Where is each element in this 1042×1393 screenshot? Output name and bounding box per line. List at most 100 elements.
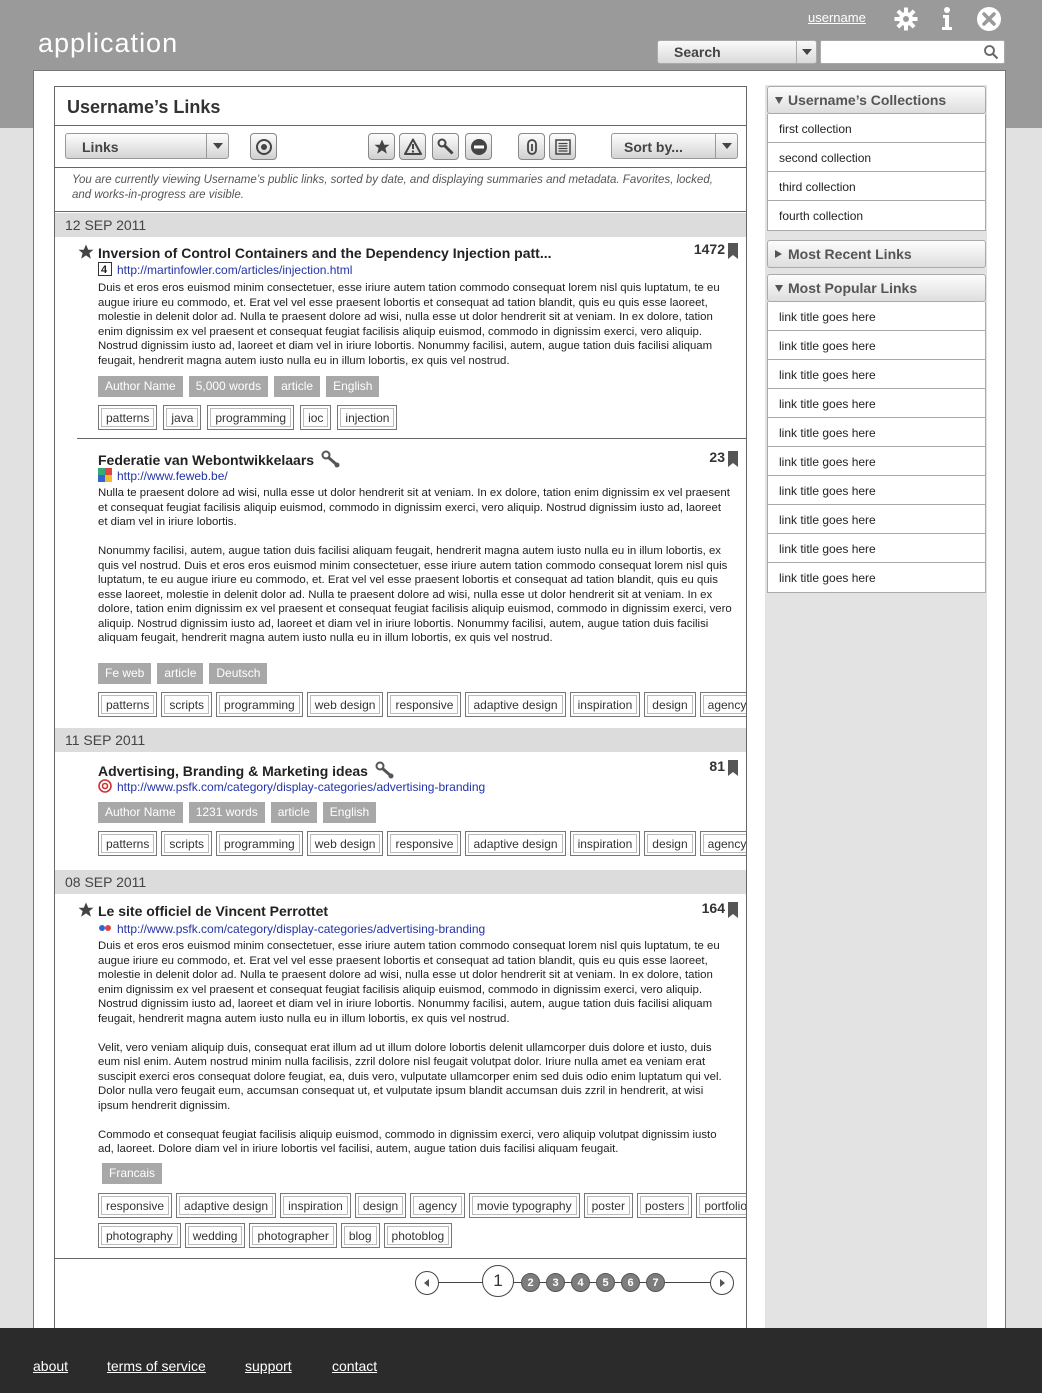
page-link[interactable]: 2 (521, 1273, 540, 1292)
meta-tag[interactable]: Fe web (98, 663, 152, 684)
link-title[interactable]: Advertising, Branding & Marketing ideas (98, 761, 395, 779)
close-icon[interactable] (976, 6, 1002, 32)
footer-link-terms[interactable]: terms of service (107, 1358, 206, 1374)
link-url[interactable]: http://www.feweb.be/ (117, 469, 228, 483)
next-page-button[interactable] (710, 1271, 734, 1295)
page-link[interactable]: 7 (646, 1273, 665, 1292)
warning-icon[interactable] (399, 133, 426, 160)
popular-link-item[interactable]: link title goes here (768, 331, 985, 360)
tag[interactable]: java (163, 405, 202, 430)
bookmark-icon[interactable] (728, 451, 738, 467)
bookmark-icon[interactable] (728, 902, 738, 918)
meta-tag[interactable]: article (270, 802, 317, 823)
tag[interactable]: wedding (184, 1223, 246, 1248)
tag[interactable]: design (644, 692, 696, 717)
wrench-icon[interactable] (432, 133, 459, 160)
popular-link-item[interactable]: link title goes here (768, 505, 985, 534)
popular-link-item[interactable]: link title goes here (768, 563, 985, 592)
star-icon[interactable] (77, 243, 95, 261)
collection-item[interactable]: fourth collection (768, 201, 985, 230)
meta-tag[interactable]: 1231 words (188, 802, 265, 823)
tag[interactable]: responsive (387, 692, 462, 717)
username-link[interactable]: username (808, 10, 866, 25)
tag[interactable]: movie typography (468, 1193, 580, 1218)
popular-link-item[interactable]: link title goes here (768, 389, 985, 418)
tag[interactable]: programming (216, 692, 303, 717)
tag[interactable]: adaptive design (465, 692, 566, 717)
tag[interactable]: design (644, 831, 696, 856)
recent-links-panel-toggle[interactable]: Most Recent Links (767, 240, 986, 268)
tag[interactable]: photography (98, 1223, 181, 1248)
eye-icon[interactable] (250, 133, 277, 160)
tag[interactable]: ioc (300, 405, 332, 430)
link-url[interactable]: http://www.psfk.com/category/display-cat… (117, 780, 485, 794)
tag[interactable]: posters (636, 1193, 693, 1218)
tag[interactable]: inspiration (569, 831, 641, 856)
tag[interactable]: agency (699, 831, 746, 856)
tag[interactable]: adaptive design (465, 831, 566, 856)
tag[interactable]: patterns (98, 405, 158, 430)
collection-item[interactable]: first collection (768, 114, 985, 143)
sort-select[interactable]: Sort by... (611, 133, 738, 159)
meta-tag[interactable]: 5,000 words (188, 376, 269, 397)
tag[interactable]: adaptive design (176, 1193, 277, 1218)
page-link[interactable]: 3 (546, 1273, 565, 1292)
tag[interactable]: web design (306, 692, 384, 717)
tag[interactable]: portfolio (696, 1193, 746, 1218)
collections-panel-toggle[interactable]: Username’s Collections (767, 86, 986, 114)
search-input[interactable] (820, 40, 1005, 64)
tag[interactable]: inspiration (280, 1193, 351, 1218)
tag[interactable]: agency (699, 692, 746, 717)
page-link[interactable]: 6 (621, 1273, 640, 1292)
tag[interactable]: scripts (161, 692, 213, 717)
page-link[interactable]: 5 (596, 1273, 615, 1292)
popular-link-item[interactable]: link title goes here (768, 476, 985, 505)
tag[interactable]: patterns (98, 831, 158, 856)
search-scope-select[interactable]: Search (657, 40, 817, 64)
info-icon[interactable] (934, 6, 960, 32)
tag[interactable]: programming (216, 831, 303, 856)
meta-tag[interactable]: article (274, 376, 321, 397)
meta-tag[interactable]: English (322, 802, 377, 823)
footer-link-support[interactable]: support (245, 1358, 292, 1374)
popular-link-item[interactable]: link title goes here (768, 534, 985, 563)
meta-tag[interactable]: Author Name (98, 802, 183, 823)
link-url[interactable]: http://martinfowler.com/articles/injecti… (117, 263, 352, 277)
gear-icon[interactable] (893, 6, 919, 32)
link-title[interactable]: Federatie van Webontwikkelaars (98, 450, 341, 468)
meta-tag[interactable]: English (326, 376, 380, 397)
page-link[interactable]: 4 (571, 1273, 590, 1292)
popular-link-item[interactable]: link title goes here (768, 447, 985, 476)
popular-link-item[interactable]: link title goes here (768, 302, 985, 331)
bookmark-icon[interactable] (728, 243, 738, 259)
link-title[interactable]: Inversion of Control Containers and the … (98, 245, 552, 261)
tag[interactable]: responsive (98, 1193, 173, 1218)
search-icon[interactable] (983, 44, 999, 60)
prev-page-button[interactable] (415, 1271, 439, 1295)
tag[interactable]: patterns (98, 692, 158, 717)
popular-link-item[interactable]: link title goes here (768, 360, 985, 389)
tag[interactable]: programming (207, 405, 295, 430)
tag[interactable]: web design (306, 831, 384, 856)
tag[interactable]: poster (583, 1193, 633, 1218)
collection-item[interactable]: third collection (768, 172, 985, 201)
star-icon[interactable] (77, 901, 95, 919)
link-url[interactable]: http://www.psfk.com/category/display-cat… (117, 922, 485, 936)
minus-icon[interactable] (465, 133, 492, 160)
footer-link-about[interactable]: about (33, 1358, 68, 1374)
meta-tag[interactable]: Francais (102, 1163, 163, 1184)
tag[interactable]: agency (410, 1193, 465, 1218)
current-page[interactable]: 1 (482, 1265, 514, 1297)
tag[interactable]: photoblog (383, 1223, 453, 1248)
meta-tag[interactable]: Deutsch (209, 663, 268, 684)
tag[interactable]: injection (337, 405, 398, 430)
paperclip-icon[interactable] (518, 133, 545, 160)
collection-item[interactable]: second collection (768, 143, 985, 172)
links-type-select[interactable]: Links (65, 133, 229, 159)
popular-links-panel-toggle[interactable]: Most Popular Links (767, 274, 986, 302)
tag[interactable]: design (354, 1193, 407, 1218)
popular-link-item[interactable]: link title goes here (768, 418, 985, 447)
meta-tag[interactable]: Author Name (98, 376, 183, 397)
footer-link-contact[interactable]: contact (332, 1358, 377, 1374)
tag[interactable]: inspiration (569, 692, 641, 717)
